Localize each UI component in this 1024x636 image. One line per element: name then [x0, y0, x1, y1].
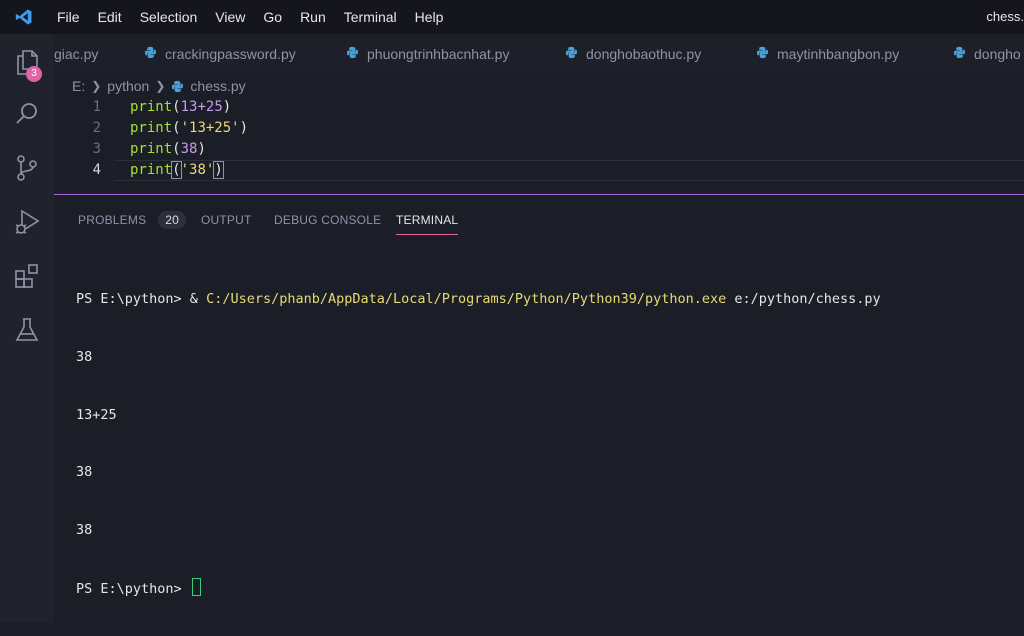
code-line[interactable]: 3 print(38) — [54, 139, 1024, 160]
tab-terminal-label: TERMINAL — [396, 212, 459, 227]
tab-phuongtrinhbacnhat[interactable]: phuongtrinhbacnhat.py — [346, 34, 509, 74]
menu-help[interactable]: Help — [406, 0, 453, 34]
code-editor[interactable]: 1 print(13+25) 2 print('13+25') 3 print(… — [54, 96, 1024, 194]
explorer-icon[interactable]: 3 — [0, 38, 54, 86]
problems-count-badge: 20 — [158, 211, 187, 229]
python-file-icon — [953, 46, 966, 62]
code-paren-close: ) — [213, 161, 224, 179]
python-file-icon — [346, 46, 359, 62]
tab-debug-label: DEBUG CONSOLE — [274, 213, 382, 227]
code-text: print(38) — [130, 139, 206, 160]
code-paren-open: ( — [171, 161, 182, 179]
code-paren-open: ( — [172, 141, 181, 157]
terminal-input-line[interactable]: PS E:\python> — [76, 578, 881, 597]
terminal-prompt: PS E:\python> — [76, 581, 190, 598]
tab-output-label: OUTPUT — [201, 213, 252, 227]
terminal-command-path: C:/Users/phanb/AppData/Local/Programs/Py… — [206, 291, 727, 308]
source-control-icon[interactable] — [0, 144, 54, 192]
tab-label: crackingpassword.py — [165, 46, 296, 62]
terminal-command-arg: e:/python/chess.py — [726, 291, 881, 308]
tab-label: dongho — [974, 46, 1021, 62]
code-function: print — [130, 162, 173, 178]
code-paren-close: ) — [239, 120, 249, 136]
code-paren-open: ( — [172, 99, 181, 115]
bottom-panel: PROBLEMS 20 OUTPUT DEBUG CONSOLE TERMINA… — [54, 195, 1024, 623]
python-file-icon — [756, 46, 769, 62]
line-number: 1 — [92, 99, 101, 115]
tab-label: giac.py — [54, 46, 99, 62]
tab-debug-console[interactable]: DEBUG CONSOLE — [274, 205, 381, 235]
line-number: 3 — [92, 141, 101, 157]
code-number: 38 — [180, 141, 198, 157]
tab-problems-label: PROBLEMS — [78, 213, 147, 227]
code-line[interactable]: 1 print(13+25) — [54, 97, 1024, 118]
run-debug-icon[interactable] — [0, 198, 54, 246]
terminal-output-line: 13+25 — [76, 406, 117, 423]
tab-dongho[interactable]: dongho — [953, 34, 1021, 74]
terminal-cursor — [191, 578, 201, 597]
explorer-badge: 3 — [26, 66, 42, 82]
terminal-output[interactable]: PS E:\python> & C:/Users/phanb/AppData/L… — [76, 252, 881, 636]
tab-giac[interactable]: giac.py — [54, 34, 98, 74]
python-file-icon — [144, 46, 157, 62]
code-paren-close: ) — [197, 141, 206, 157]
terminal-output-line: 38 — [76, 464, 93, 481]
activity-bar: 3 — [0, 34, 54, 623]
window-title: chess. — [986, 9, 1024, 24]
menu-run[interactable]: Run — [291, 0, 335, 34]
menu-selection[interactable]: Selection — [131, 0, 207, 34]
menu-terminal[interactable]: Terminal — [335, 0, 406, 34]
code-text: print('38') — [130, 160, 224, 181]
menu-bar: File Edit Selection View Go Run Terminal… — [0, 0, 1024, 34]
terminal-output-line: 38 — [76, 349, 93, 365]
code-line-active[interactable]: 4 print('38') — [54, 160, 1024, 181]
tab-terminal[interactable]: TERMINAL — [396, 205, 459, 235]
breadcrumb-file[interactable]: chess.py — [190, 78, 245, 94]
line-number: 2 — [92, 120, 101, 136]
code-function: print — [130, 120, 173, 136]
tab-problems[interactable]: PROBLEMS 20 — [78, 205, 187, 235]
tab-label: phuongtrinhbacnhat.py — [367, 46, 510, 62]
terminal-output-line: 38 — [76, 521, 93, 538]
current-line-highlight — [114, 160, 1024, 181]
tab-label: maytinhbangbon.py — [777, 46, 900, 62]
code-string: '13+25' — [180, 120, 240, 136]
code-string: '38' — [180, 162, 215, 178]
testing-icon[interactable] — [0, 306, 54, 354]
code-line[interactable]: 2 print('13+25') — [54, 118, 1024, 139]
tab-label: donghobaothuc.py — [586, 46, 702, 62]
code-function: print — [130, 141, 173, 157]
code-paren-close: ) — [222, 99, 232, 115]
code-operator: + — [197, 99, 206, 115]
code-text: print('13+25') — [130, 118, 248, 139]
code-paren-open: ( — [172, 120, 181, 136]
menu-file[interactable]: File — [48, 0, 89, 34]
extensions-icon[interactable] — [0, 252, 54, 300]
tab-output[interactable]: OUTPUT — [201, 205, 252, 235]
python-file-icon — [171, 80, 184, 93]
line-number: 4 — [92, 162, 101, 178]
menu-edit[interactable]: Edit — [89, 0, 131, 34]
breadcrumb: E: ❯ python ❯ chess.py — [72, 76, 246, 96]
chevron-right-icon: ❯ — [91, 79, 102, 93]
search-icon[interactable] — [0, 90, 54, 138]
code-text: print(13+25) — [130, 97, 231, 118]
python-file-icon — [565, 46, 578, 62]
tab-crackingpassword[interactable]: crackingpassword.py — [144, 34, 296, 74]
menu-go[interactable]: Go — [254, 0, 291, 34]
editor-tab-bar: giac.py crackingpassword.py phuongtrinhb… — [54, 34, 1024, 74]
terminal-command-prefix: & — [189, 291, 207, 308]
breadcrumb-drive[interactable]: E: — [72, 78, 85, 94]
tab-donghobaothuc[interactable]: donghobaothuc.py — [565, 34, 701, 74]
vscode-logo-icon[interactable] — [0, 0, 48, 34]
breadcrumb-folder[interactable]: python — [107, 78, 149, 94]
terminal-prompt: PS E:\python> — [76, 291, 190, 308]
code-function: print — [130, 99, 173, 115]
code-number: 13 — [180, 99, 198, 115]
chevron-right-icon: ❯ — [155, 79, 166, 93]
tab-maytinhbangbon[interactable]: maytinhbangbon.py — [756, 34, 899, 74]
code-number: 25 — [205, 99, 223, 115]
menu-view[interactable]: View — [206, 0, 254, 34]
terminal-command-line: PS E:\python> & C:/Users/phanb/AppData/L… — [76, 290, 881, 309]
